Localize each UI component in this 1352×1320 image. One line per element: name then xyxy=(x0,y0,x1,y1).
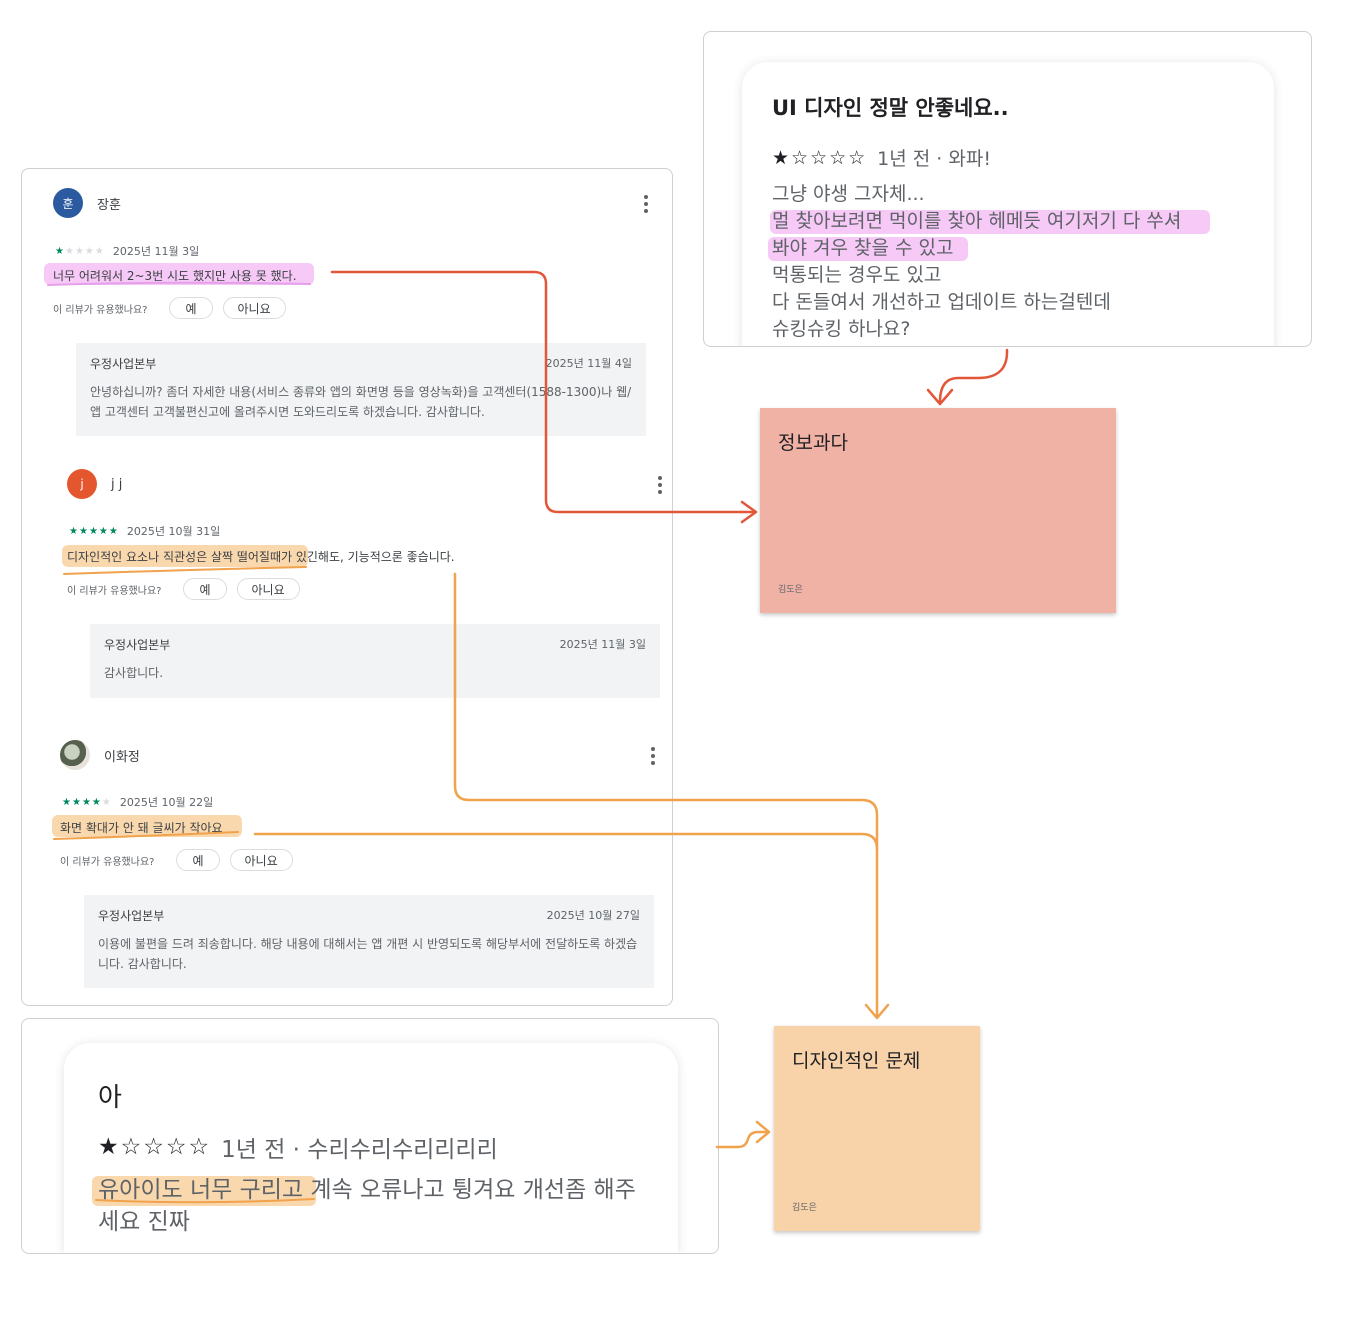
review-card-date-author: 1년 전 · 와파! xyxy=(877,148,991,170)
developer-reply: 우정사업본부 2025년 10월 27일 이용에 불편을 드려 죄송합니다. 해… xyxy=(84,895,654,988)
star-filled-icon: ★ xyxy=(88,525,99,537)
star-filled-icon: ★ xyxy=(81,796,92,808)
review-card-body: 그냥 야생 그자체... 멀 찾아보려면 먹이를 찾아 헤메듯 여기저기 다 쑤… xyxy=(768,181,1244,343)
star-filled-icon: ★ xyxy=(78,525,89,537)
sticky-title: 디자인적인 문제 xyxy=(792,1050,921,1072)
top-review-screenshot: UI 디자인 정말 안좋네요.. ★☆☆☆☆ 1년 전 · 와파! 그냥 야생 … xyxy=(703,31,1312,347)
helpful-yes-button[interactable]: 예 xyxy=(176,849,220,871)
review-line: 다 돈들여서 개선하고 업데이트 하는걸텐데 xyxy=(772,291,1111,313)
helpful-yes-button[interactable]: 예 xyxy=(183,578,227,600)
review-text: 유아이도 너무 구리고 계속 오류나고 튕겨요 개선좀 해주세요 진짜 xyxy=(98,1177,636,1235)
star-empty-icon: ★ xyxy=(74,245,85,257)
reply-author: 우정사업본부 xyxy=(104,638,171,652)
review-text: 화면 확대가 안 돼 글씨가 작아요 xyxy=(60,821,223,835)
review-header: 이화정 xyxy=(60,740,140,770)
star-filled-icon: ★ xyxy=(71,796,82,808)
review-card: 아 ★☆☆☆☆ 1년 전 · 수리수리수리리리리 유아이도 너무 구리고 계속 … xyxy=(64,1043,678,1253)
star-filled-icon: ★ xyxy=(62,796,72,808)
star-rating: ★★★★★ xyxy=(55,246,105,257)
star-rating: ★☆☆☆☆ xyxy=(98,1134,212,1160)
review-text: 너무 어려워서 2~3번 시도 했지만 사용 못 했다. xyxy=(53,269,297,283)
helpful-prompt: 이 리뷰가 유용했나요? xyxy=(53,304,148,316)
review-author: 이화정 xyxy=(104,749,140,765)
helpful-yes-button[interactable]: 예 xyxy=(169,297,213,319)
arrowhead-orange xyxy=(864,1003,890,1020)
review-card-title: 아 xyxy=(98,1083,122,1113)
reply-text: 이용에 불편을 드려 죄송합니다. 해당 내용에 대해서는 앱 개편 시 반영되… xyxy=(98,937,638,971)
helpful-no-button[interactable]: 아니요 xyxy=(222,297,286,319)
star-empty-icon: ★ xyxy=(84,245,95,257)
review-line: 먹통되는 경우도 있고 xyxy=(772,264,942,286)
review-author: 장훈 xyxy=(97,197,121,213)
more-options-icon[interactable] xyxy=(650,747,656,765)
review-author: j j xyxy=(111,476,123,492)
sticky-title: 정보과다 xyxy=(778,432,848,454)
star-filled-icon: ★ xyxy=(98,525,109,537)
star-filled-icon: ★ xyxy=(69,525,79,537)
helpful-prompt: 이 리뷰가 유용했나요? xyxy=(60,856,155,868)
review-line: 봐야 겨우 찾을 수 있고 xyxy=(772,237,954,259)
review-card: UI 디자인 정말 안좋네요.. ★☆☆☆☆ 1년 전 · 와파! 그냥 야생 … xyxy=(742,62,1274,346)
star-empty-icon: ★ xyxy=(94,245,105,257)
developer-reply: 우정사업본부 2025년 11월 4일 안녕하십니까? 좀더 자세한 내용(서비… xyxy=(76,343,646,436)
avatar: j xyxy=(67,469,97,499)
arrowhead-bottom-card xyxy=(755,1120,771,1144)
arrowhead-red xyxy=(740,500,758,524)
reply-author: 우정사업본부 xyxy=(98,909,165,923)
sticky-author: 김도은 xyxy=(778,585,803,595)
sticky-author: 김도은 xyxy=(792,1203,817,1213)
avatar: 훈 xyxy=(53,188,83,218)
helpful-no-button[interactable]: 아니요 xyxy=(229,849,293,871)
review-line: 슈킹슈킹 하나요? xyxy=(772,318,911,340)
avatar xyxy=(60,740,90,770)
helpful-row: 이 리뷰가 유용했나요? 예 아니요 xyxy=(67,578,300,600)
star-rating: ★★★★★ xyxy=(69,526,119,537)
star-filled-icon: ★ xyxy=(91,796,102,808)
more-options-icon[interactable] xyxy=(643,195,649,213)
more-options-icon[interactable] xyxy=(657,476,663,494)
review-card-date-author: 1년 전 · 수리수리수리리리리 xyxy=(221,1137,498,1163)
review-date: 2025년 11월 3일 xyxy=(112,245,200,258)
sticky-note-info-overload[interactable]: 정보과다 김도은 xyxy=(760,408,1116,613)
helpful-row: 이 리뷰가 유용했나요? 예 아니요 xyxy=(60,849,293,871)
reply-author: 우정사업본부 xyxy=(90,357,157,371)
star-rating: ★★★★★ xyxy=(62,797,112,808)
helpful-row: 이 리뷰가 유용했나요? 예 아니요 xyxy=(53,297,286,319)
reply-date: 2025년 11월 4일 xyxy=(545,357,632,370)
reply-date: 2025년 11월 3일 xyxy=(559,638,646,651)
review-card-body: 유아이도 너무 구리고 계속 오류나고 튕겨요 개선좀 해주세요 진짜 xyxy=(92,1174,638,1238)
review-date: 2025년 10월 31일 xyxy=(126,525,221,538)
review-meta: ★★★★★ 2025년 11월 3일 xyxy=(55,243,199,259)
review-meta: ★★★★★ 2025년 10월 22일 xyxy=(62,794,213,810)
helpful-no-button[interactable]: 아니요 xyxy=(236,578,300,600)
review-date: 2025년 10월 22일 xyxy=(119,796,214,809)
reply-text: 안녕하십니까? 좀더 자세한 내용(서비스 종류와 앱의 화면명 등을 영상녹화… xyxy=(90,385,632,419)
sticky-note-design-issue[interactable]: 디자인적인 문제 김도은 xyxy=(774,1026,980,1231)
star-empty-icon: ★ xyxy=(64,245,75,257)
star-filled-icon: ★ xyxy=(108,525,119,537)
star-empty-icon: ★ xyxy=(101,796,112,808)
reviews-screenshot-panel: 훈 장훈 ★★★★★ 2025년 11월 3일 너무 어려워서 2~3번 시도 … xyxy=(21,168,673,1006)
review-card-meta: ★☆☆☆☆ 1년 전 · 와파! xyxy=(772,144,1244,171)
arrowhead-top-card xyxy=(926,388,954,406)
helpful-prompt: 이 리뷰가 유용했나요? xyxy=(67,585,162,597)
review-header: 훈 장훈 xyxy=(53,188,121,218)
reply-text: 감사합니다. xyxy=(104,666,164,680)
star-rating: ★☆☆☆☆ xyxy=(772,146,868,169)
review-line: 멀 찾아보려면 먹이를 찾아 헤메듯 여기저기 다 쑤셔 xyxy=(772,210,1182,232)
review-header: j j j xyxy=(67,469,122,499)
review-meta: ★★★★★ 2025년 10월 31일 xyxy=(69,523,220,539)
star-filled-icon: ★ xyxy=(55,245,65,257)
review-card-meta: ★☆☆☆☆ 1년 전 · 수리수리수리리리리 xyxy=(98,1130,644,1164)
connector-bottom-card xyxy=(715,1130,770,1149)
developer-reply: 우정사업본부 2025년 11월 3일 감사합니다. xyxy=(90,624,660,698)
review-line: 그냥 야생 그자체... xyxy=(772,183,925,205)
review-text: 디자인적인 요소나 직관성은 살짝 떨어질때가 있긴해도, 기능적으론 좋습니다… xyxy=(67,550,455,564)
connector-top-card xyxy=(938,348,1009,404)
reply-date: 2025년 10월 27일 xyxy=(546,909,640,922)
review-card-title: UI 디자인 정말 안좋네요.. xyxy=(772,96,1009,120)
bottom-review-screenshot: 아 ★☆☆☆☆ 1년 전 · 수리수리수리리리리 유아이도 너무 구리고 계속 … xyxy=(21,1018,719,1254)
